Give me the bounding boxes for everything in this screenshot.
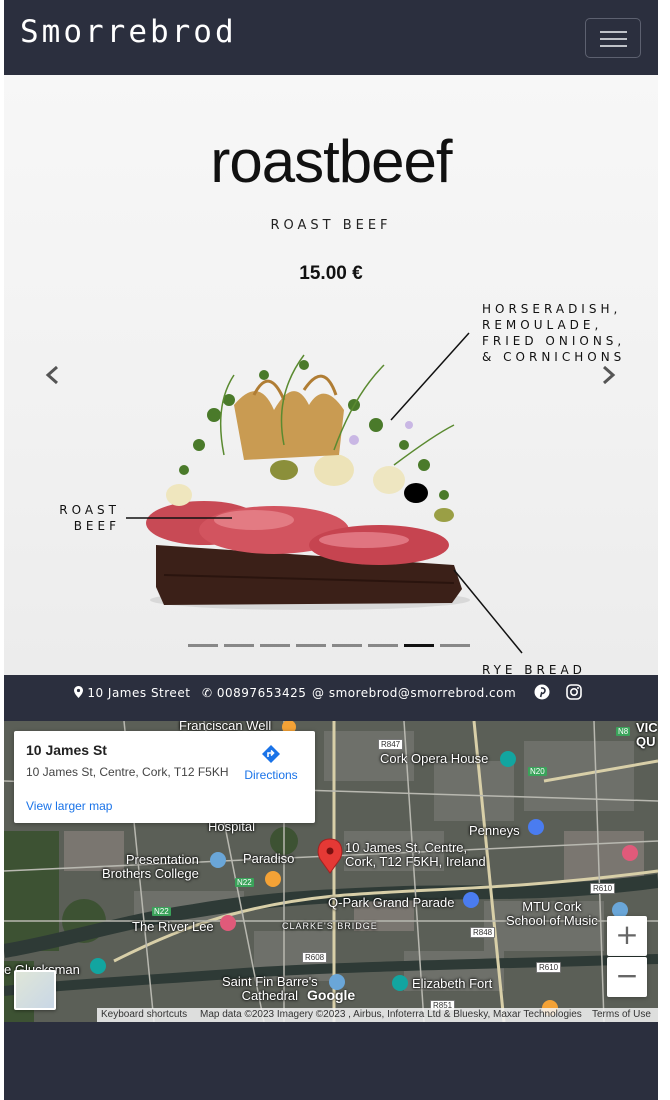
map-marker-icon xyxy=(74,686,83,698)
map-label-vic: VIC QU xyxy=(636,721,658,749)
contact-bar: 10 James Street ✆ 00897653425 @ smorebro… xyxy=(4,675,658,721)
chevron-left-icon xyxy=(45,365,58,385)
instagram-icon xyxy=(566,684,582,700)
navbar-toggle-button[interactable] xyxy=(585,18,641,58)
map-label-river-lee: The River Lee xyxy=(132,919,214,934)
terms-of-use-link[interactable]: Terms of Use xyxy=(592,1009,651,1020)
place-title: 10 James St xyxy=(26,742,107,758)
road-tag: R610 xyxy=(590,883,616,894)
annotation-rye-bread: RYE BREAD xyxy=(482,663,586,675)
phone-item[interactable]: ✆ 00897653425 xyxy=(202,686,306,700)
page-margin xyxy=(658,0,670,1100)
zoom-in-button[interactable]: + xyxy=(607,916,647,956)
carousel-indicator-active[interactable] xyxy=(404,644,434,647)
directions-icon xyxy=(262,745,280,763)
dish-image xyxy=(126,332,523,654)
page: Smorrebrod roastbeef ROAST BEEF 15.00 € xyxy=(4,0,658,1100)
carousel-prev-button[interactable] xyxy=(38,360,68,390)
brand-logo[interactable]: Smorrebrod xyxy=(20,14,237,50)
road-tag: R847 xyxy=(378,739,404,750)
carousel-next-button[interactable] xyxy=(593,360,623,390)
road-tag: R610 xyxy=(536,962,562,973)
carousel-indicator[interactable] xyxy=(296,644,326,647)
zoom-out-button[interactable]: − xyxy=(607,957,647,997)
map-label-fin-barre: Saint Fin Barre's Cathedral xyxy=(222,974,318,1003)
map-label-opera-house: Cork Opera House xyxy=(380,751,489,766)
pinterest-link[interactable] xyxy=(534,684,550,703)
carousel-indicator[interactable] xyxy=(260,644,290,647)
email-item[interactable]: @ smorebrod@smorrebrod.com xyxy=(312,686,516,700)
road-tag: N8 xyxy=(616,727,631,736)
map-layer-toggle[interactable] xyxy=(14,970,56,1010)
footer-area xyxy=(4,1022,658,1100)
carousel-indicator[interactable] xyxy=(188,644,218,647)
annotation-line: FRIED ONIONS, xyxy=(482,334,626,348)
annotation-line: HORSERADISH, xyxy=(482,302,622,316)
chevron-right-icon xyxy=(603,365,616,385)
navbar: Smorrebrod xyxy=(4,0,658,74)
at-icon: @ xyxy=(312,686,325,700)
google-logo: Google xyxy=(307,987,356,1003)
instagram-link[interactable] xyxy=(566,684,582,703)
phone-text: 00897653425 xyxy=(216,686,307,700)
map-label-clarkes-bridge: CLARKE'S BRIDGE xyxy=(282,921,378,931)
email-link[interactable]: smorebrod@smorrebrod.com xyxy=(329,686,516,700)
carousel-indicator[interactable] xyxy=(224,644,254,647)
map-label-elizabeth-fort: Elizabeth Fort xyxy=(412,976,493,991)
road-tag: N22 xyxy=(235,878,254,887)
annotation-line: BEEF xyxy=(73,519,120,533)
phone-icon: ✆ xyxy=(202,686,213,700)
road-tag: N20 xyxy=(528,767,547,776)
annotation-roast-beef: ROAST BEEF xyxy=(44,502,120,534)
directions-label: Directions xyxy=(244,768,298,782)
map-label-pin-address: 10 James St, Centre, Cork, T12 F5KH, Ire… xyxy=(345,840,486,869)
carousel-indicator[interactable] xyxy=(440,644,470,647)
carousel-indicator[interactable] xyxy=(332,644,362,647)
pinterest-icon xyxy=(534,684,550,700)
address-text: 10 James Street xyxy=(87,686,191,700)
map-label-mtu: MTU Cork School of Music xyxy=(506,899,598,928)
carousel: roastbeef ROAST BEEF 15.00 € HORSERADISH… xyxy=(4,75,658,675)
map-label-presentation: Presentation Brothers College xyxy=(102,852,199,881)
view-larger-map-link[interactable]: View larger map xyxy=(26,799,112,813)
annotation-line: ROAST xyxy=(59,503,120,517)
annotation-line: REMOULADE, xyxy=(482,318,603,332)
road-tag: R608 xyxy=(302,952,328,963)
road-tag: N22 xyxy=(152,907,171,916)
address-item: 10 James Street xyxy=(74,686,190,700)
directions-button[interactable]: Directions xyxy=(242,743,300,782)
place-address: 10 James St, Centre, Cork, T12 F5KH xyxy=(26,765,229,779)
annotation-toppings: HORSERADISH, REMOULADE, FRIED ONIONS, & … xyxy=(482,301,625,365)
map-label-paradiso: Paradiso xyxy=(243,851,295,866)
carousel-indicator[interactable] xyxy=(368,644,398,647)
keyboard-shortcuts-link[interactable]: Keyboard shortcuts xyxy=(101,1009,187,1020)
map-attribution: Map data ©2023 Imagery ©2023 , Airbus, I… xyxy=(200,1009,582,1020)
map-label-penneys: Penneys xyxy=(469,823,520,838)
map-label-qpark: Q-Park Grand Parade xyxy=(328,895,455,910)
road-tag: R848 xyxy=(470,927,496,938)
google-map[interactable]: Franciscan Well Cork Opera House Hospita… xyxy=(4,721,658,1022)
map-info-card: 10 James St 10 James St, Centre, Cork, T… xyxy=(14,731,315,823)
map-attribution-bar: Keyboard shortcuts Map data ©2023 Imager… xyxy=(97,1008,658,1022)
